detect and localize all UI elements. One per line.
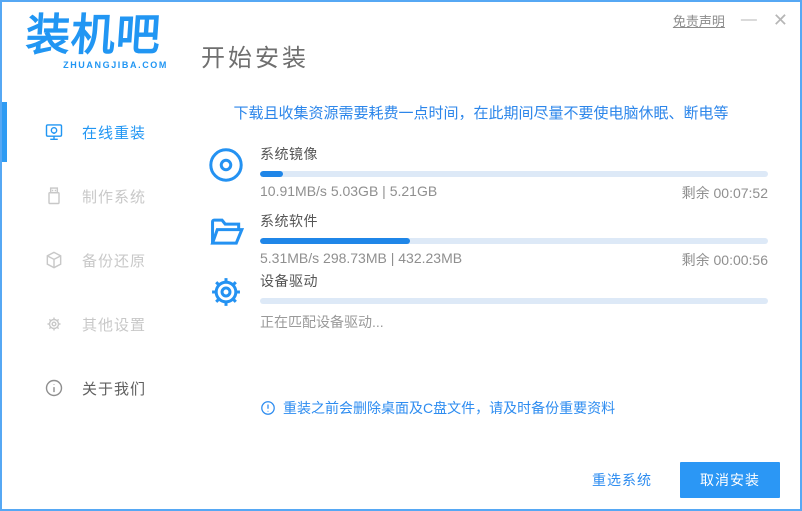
progress-fill — [260, 238, 410, 244]
task-system-software: 系统软件 5.31MB/s 298.73MB | 432.23MB 剩余 00:… — [192, 211, 800, 270]
disclaimer-link[interactable]: 免责声明 — [673, 11, 725, 30]
task-label: 设备驱动 — [260, 273, 318, 289]
usb-icon — [44, 186, 64, 206]
task-label: 系统软件 — [260, 213, 318, 229]
app-logo: 装机吧 ZHUANGJIBA.COM — [24, 10, 168, 70]
backup-warning-note: 重装之前会删除桌面及C盘文件，请及时备份重要资料 — [260, 398, 615, 418]
page-title: 开始安装 — [201, 45, 309, 72]
info-icon — [44, 378, 64, 398]
sidebar-item-label: 其他设置 — [82, 316, 147, 334]
gear-icon — [44, 314, 64, 334]
main-content: 下载且收集资源需要耗费一点时间，在此期间尽量不要使电脑休眠、断电等 系统镜像 1… — [192, 87, 800, 509]
app-window: 装机吧 ZHUANGJIBA.COM 开始安装 免责声明 — ✕ 在线重装 制作… — [0, 0, 802, 511]
download-notice: 下载且收集资源需要耗费一点时间，在此期间尽量不要使电脑休眠、断电等 — [233, 105, 729, 122]
footer-actions: 重选系统 取消安装 — [592, 462, 780, 498]
sidebar-item-online-reinstall[interactable]: 在线重装 — [2, 100, 192, 164]
header: 装机吧 ZHUANGJIBA.COM 开始安装 免责声明 — ✕ — [2, 2, 800, 87]
task-device-driver: 设备驱动 正在匹配设备驱动... — [192, 271, 800, 332]
sidebar-item-other-settings[interactable]: 其他设置 — [2, 292, 192, 356]
folder-open-icon — [207, 213, 245, 251]
progress-fill — [260, 171, 283, 177]
progress-bar-system-software — [260, 238, 768, 244]
logo-text: 装机吧 — [24, 11, 163, 60]
task-speed-size: 10.91MB/s 5.03GB | 5.21GB — [260, 183, 438, 199]
warning-icon — [260, 400, 276, 416]
task-remaining-time: 剩余 00:00:56 — [681, 252, 768, 268]
monitor-icon — [44, 122, 64, 142]
reselect-system-button[interactable]: 重选系统 — [592, 470, 652, 490]
cancel-install-button[interactable]: 取消安装 — [680, 462, 780, 498]
sidebar-item-label: 制作系统 — [82, 188, 147, 206]
sidebar-item-label: 备份还原 — [82, 252, 147, 270]
task-system-image: 系统镜像 10.91MB/s 5.03GB | 5.21GB 剩余 00:07:… — [192, 144, 800, 203]
minimize-icon[interactable]: — — [741, 10, 757, 30]
backup-icon — [44, 250, 64, 270]
disc-icon — [207, 146, 245, 184]
progress-bar-device-driver — [260, 298, 768, 304]
sidebar-item-backup-restore[interactable]: 备份还原 — [2, 228, 192, 292]
sidebar-item-make-system[interactable]: 制作系统 — [2, 164, 192, 228]
task-status-text: 正在匹配设备驱动... — [260, 314, 384, 330]
sidebar: 在线重装 制作系统 备份还原 其他设置 关于我们 — [2, 87, 192, 509]
window-controls: 免责声明 — ✕ — [673, 10, 788, 30]
sidebar-item-label: 关于我们 — [82, 380, 147, 398]
gear-icon — [207, 273, 245, 311]
task-label: 系统镜像 — [260, 146, 318, 162]
backup-warning-text: 重装之前会删除桌面及C盘文件，请及时备份重要资料 — [283, 400, 616, 416]
close-icon[interactable]: ✕ — [773, 10, 788, 30]
task-remaining-time: 剩余 00:07:52 — [681, 185, 768, 201]
progress-bar-system-image — [260, 171, 768, 177]
task-speed-size: 5.31MB/s 298.73MB | 432.23MB — [260, 250, 463, 266]
sidebar-item-about-us[interactable]: 关于我们 — [2, 356, 192, 420]
sidebar-item-label: 在线重装 — [82, 124, 147, 142]
